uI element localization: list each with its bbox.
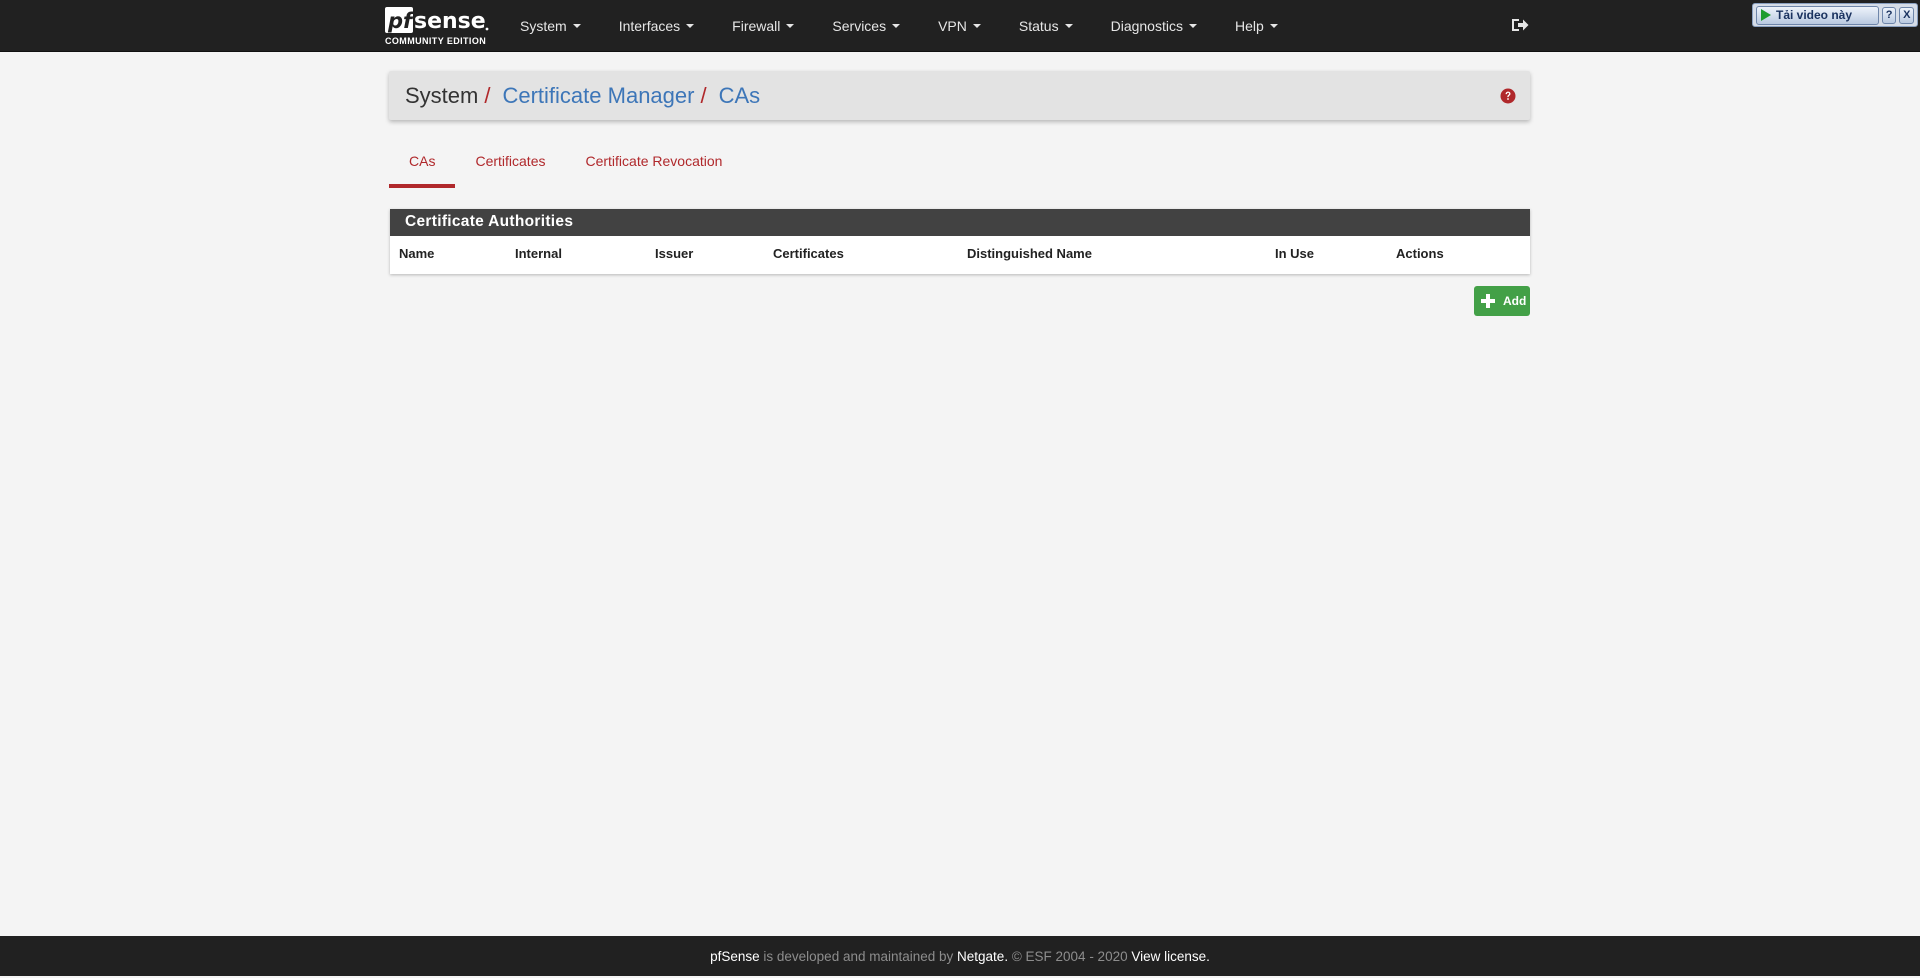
menu-status[interactable]: Status bbox=[1019, 18, 1073, 34]
caret-down-icon bbox=[572, 24, 581, 28]
column-header-actions: Actions bbox=[1396, 246, 1444, 261]
plus-icon bbox=[1481, 294, 1495, 308]
caret-down-icon bbox=[892, 24, 901, 28]
panel-title: Certificate Authorities bbox=[390, 209, 1530, 236]
caret-down-icon bbox=[1188, 24, 1197, 28]
menu-status-label: Status bbox=[1018, 18, 1059, 34]
column-header-in-use[interactable]: In Use bbox=[1275, 246, 1314, 261]
column-header-distinguished-name[interactable]: Distinguished Name bbox=[967, 246, 1092, 261]
pfsense-logo[interactable]: pf sense COMMUNITY EDITION bbox=[385, 6, 493, 46]
breadcrumb-separator: / bbox=[700, 83, 707, 108]
menu-system-label: System bbox=[520, 18, 567, 34]
add-ca-button[interactable]: Add bbox=[1474, 286, 1530, 316]
column-header-internal[interactable]: Internal bbox=[515, 246, 562, 261]
menu-interfaces-label: Interfaces bbox=[618, 18, 681, 34]
menu-diagnostics-label: Diagnostics bbox=[1110, 18, 1183, 34]
breadcrumb: System / Certificate Manager / CAs bbox=[405, 83, 760, 109]
breadcrumb-panel: System / Certificate Manager / CAs bbox=[389, 71, 1530, 120]
video-download-widget: Tải video này ? X bbox=[1752, 3, 1918, 27]
widget-help-button[interactable]: ? bbox=[1881, 6, 1897, 24]
menu-firewall-label: Firewall bbox=[732, 18, 781, 34]
widget-close-button[interactable]: X bbox=[1899, 6, 1915, 24]
footer-view-license-link[interactable]: View license. bbox=[1131, 949, 1210, 964]
column-header-issuer[interactable]: Issuer bbox=[655, 246, 693, 261]
footer-brand: pfSense bbox=[710, 948, 760, 964]
breadcrumb-cas[interactable]: CAs bbox=[719, 83, 761, 109]
top-navbar: pf sense COMMUNITY EDITION System Interf… bbox=[0, 0, 1920, 52]
menu-system[interactable]: System bbox=[520, 18, 581, 34]
menu-firewall[interactable]: Firewall bbox=[732, 18, 795, 34]
add-button-label: Add bbox=[1503, 294, 1527, 308]
tab-certificate-revocation[interactable]: Certificate Revocation bbox=[565, 148, 742, 188]
breadcrumb-certificate-manager[interactable]: Certificate Manager bbox=[502, 83, 694, 109]
tab-certificates[interactable]: Certificates bbox=[455, 148, 565, 188]
breadcrumb-separator: / bbox=[484, 83, 491, 108]
menu-services-label: Services bbox=[832, 18, 887, 34]
tab-cas[interactable]: CAs bbox=[389, 148, 456, 188]
menu-help[interactable]: Help bbox=[1235, 18, 1278, 34]
menu-vpn[interactable]: VPN bbox=[938, 18, 981, 34]
menu-diagnostics[interactable]: Diagnostics bbox=[1111, 18, 1197, 34]
breadcrumb-system: System bbox=[405, 83, 479, 108]
menu-interfaces[interactable]: Interfaces bbox=[618, 18, 695, 34]
download-video-label: Tải video này bbox=[1776, 8, 1853, 22]
pfsense-logo-mark: pf sense bbox=[385, 7, 489, 34]
footer-text: is developed and maintained by bbox=[759, 948, 958, 964]
svg-text:sense: sense bbox=[414, 9, 486, 34]
brand-edition: COMMUNITY EDITION bbox=[385, 36, 487, 46]
tab-bar: CAs Certificates Certificate Revocation bbox=[389, 148, 742, 188]
download-video-button[interactable]: Tải video này bbox=[1756, 5, 1879, 25]
menu-vpn-label: VPN bbox=[938, 18, 967, 34]
footer-netgate-link[interactable]: Netgate. bbox=[957, 949, 1008, 964]
footer-copyright: © ESF 2004 - 2020 bbox=[1008, 948, 1132, 964]
svg-text:pf: pf bbox=[387, 9, 415, 33]
menu-services[interactable]: Services bbox=[832, 18, 901, 34]
caret-down-icon bbox=[686, 24, 695, 28]
menu-help-label: Help bbox=[1234, 18, 1264, 34]
caret-down-icon bbox=[1269, 24, 1278, 28]
page-footer: pfSense is developed and maintained by N… bbox=[0, 936, 1920, 976]
caret-down-icon bbox=[786, 24, 795, 28]
question-circle-icon[interactable] bbox=[1500, 88, 1516, 104]
certificate-authorities-panel: Certificate Authorities Name Internal Is… bbox=[390, 209, 1530, 274]
navbar-container: pf sense COMMUNITY EDITION System Interf… bbox=[385, 0, 1530, 52]
caret-down-icon bbox=[1064, 24, 1073, 28]
table-header-row: Name Internal Issuer Certificates Distin… bbox=[390, 236, 1530, 274]
caret-down-icon bbox=[972, 24, 981, 28]
sign-out-icon[interactable] bbox=[1510, 15, 1530, 35]
main-menu: System Interfaces Firewall Services VPN … bbox=[520, 0, 1316, 52]
column-header-name[interactable]: Name bbox=[399, 246, 434, 261]
play-icon bbox=[1761, 9, 1771, 21]
column-header-certificates[interactable]: Certificates bbox=[773, 246, 844, 261]
